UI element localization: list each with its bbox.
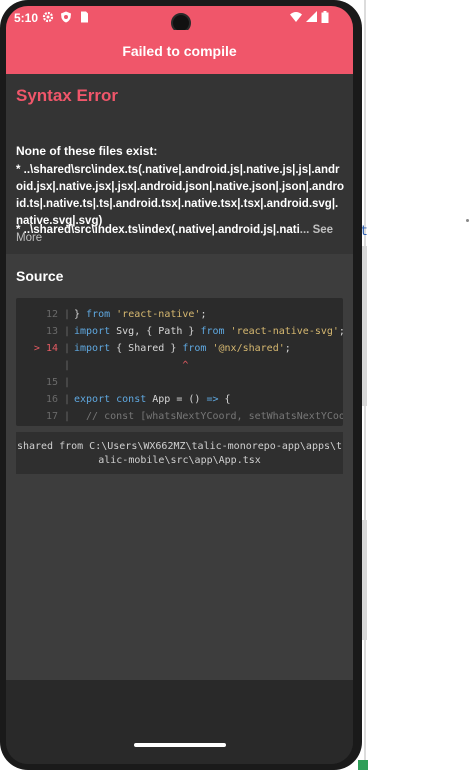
code-line: | ^: [16, 357, 343, 374]
code-token: { Shared }: [110, 343, 183, 354]
code-token: from: [182, 343, 207, 354]
file-path-link[interactable]: shared from C:\Users\WX662MZ\talic-monor…: [16, 432, 343, 474]
code-text: export const App = () => {: [74, 391, 231, 408]
phone-screen: 5:10 Failed to compile Syntax Error None…: [6, 6, 353, 764]
code-line: 17 | // const [whatsNextYCoord, setWhatsN…: [16, 408, 343, 425]
code-token: 'react-native-svg': [224, 326, 339, 337]
code-frame: 12 |} from 'react-native'; 13 | import Svg, …: [16, 298, 343, 426]
code-line: 13 | import Svg, { Path } from 'react-nati…: [16, 323, 343, 340]
status-indicator: [358, 760, 368, 770]
code-token: from: [86, 309, 111, 320]
code-token: ;: [284, 343, 291, 354]
home-indicator[interactable]: [134, 743, 226, 747]
code-text: ^: [74, 357, 188, 374]
source-panel: Source 12 |} from 'react-native'; 13 | impor…: [6, 254, 353, 680]
code-token: from: [200, 326, 225, 337]
code-token: 'react-native': [110, 309, 201, 320]
status-time: 5:10: [14, 11, 39, 25]
gutter-bar: |: [64, 360, 71, 371]
code-token: App = (): [146, 394, 207, 405]
code-text: import { Shared } from '@nx/shared';: [74, 340, 291, 357]
line-number: 17: [45, 411, 58, 422]
status-bar: 5:10: [6, 6, 353, 33]
error-panel: Syntax Error None of these files exist: …: [6, 74, 353, 254]
code-token: ^: [74, 360, 189, 371]
page-title: Failed to compile: [6, 30, 353, 74]
code-text: // const [whatsNextYCoord, setWhatsNextY…: [74, 408, 343, 425]
code-line: 15 |: [16, 374, 343, 391]
code-token: export const: [74, 394, 147, 405]
line-number: > 14: [33, 343, 58, 354]
gutter-bar: |: [64, 394, 71, 405]
file-path-line1: shared from C:\Users\WX662MZ\talic-monor…: [16, 441, 343, 452]
line-number: 15: [45, 377, 58, 388]
code-token: ;: [200, 309, 207, 320]
gutter-bar: |: [64, 309, 71, 320]
line-number: 12: [45, 309, 58, 320]
signal-icon: [306, 11, 317, 22]
navigation-bar: [6, 680, 353, 764]
wifi-icon: [290, 12, 302, 22]
code-token: ;: [339, 326, 343, 337]
file-path-line2: alic-mobile\src\app\App.tsx: [98, 455, 261, 466]
see-more-ellipsis: ...: [299, 224, 310, 236]
phone-frame: 5:10 Failed to compile Syntax Error None…: [0, 0, 362, 770]
gutter-bar: |: [64, 326, 71, 337]
source-title: Source: [16, 268, 64, 284]
code-token: }: [74, 309, 87, 320]
code-text: } from 'react-native';: [74, 306, 206, 323]
error-heading: None of these files exist:: [16, 144, 158, 158]
error-message: * ..\shared\src\index.ts(.native|.androi…: [16, 164, 344, 227]
code-token: =>: [206, 394, 219, 405]
code-line: 16 | export const App = () => {: [16, 391, 343, 408]
code-token: import: [74, 326, 111, 337]
see-more-link-continued[interactable]: More: [16, 232, 42, 244]
gutter-bar: |: [64, 343, 71, 354]
error-message-line2: * ..\shared\src\index.ts\index(.native|.…: [16, 222, 346, 239]
line-number: 13: [45, 326, 58, 337]
gear-icon: [42, 11, 54, 23]
code-token: Svg, { Path }: [110, 326, 201, 337]
gutter-bar: |: [64, 411, 71, 422]
error-title: Syntax Error: [16, 86, 119, 105]
see-more-link[interactable]: See: [313, 224, 333, 236]
line-number: 16: [45, 394, 58, 405]
code-token: {: [218, 394, 231, 405]
battery-icon: [321, 11, 329, 23]
error-message-text: * ..\shared\src\index.ts\index(.native|.…: [16, 224, 300, 236]
gutter-bar: |: [64, 377, 71, 388]
code-line: 12 |} from 'react-native';: [16, 306, 343, 323]
code-token: import: [74, 343, 111, 354]
shield-icon: [61, 11, 71, 23]
code-token: // const [whatsNextYCoord, setWhatsNextY…: [74, 411, 343, 422]
code-token: '@nx/shared': [206, 343, 285, 354]
code-line: > 14 | import { Shared } from '@nx/shared'…: [16, 340, 343, 357]
code-text: import Svg, { Path } from 'react-native-…: [74, 323, 343, 340]
sim-icon: [81, 11, 88, 23]
marker-dot: [466, 219, 469, 222]
desktop-background: t: [358, 0, 474, 770]
